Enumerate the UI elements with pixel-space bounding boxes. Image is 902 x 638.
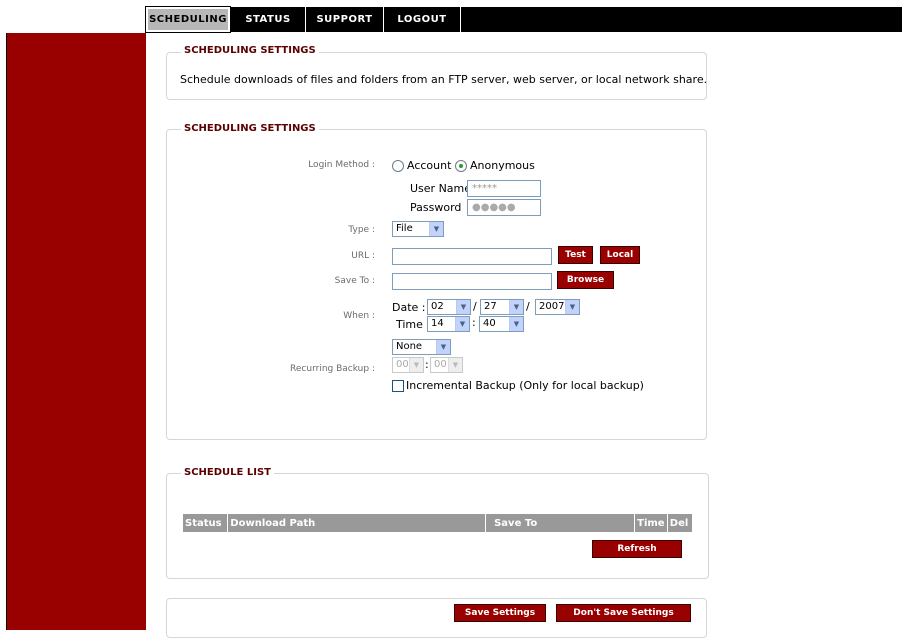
column-download-path: Download Path: [228, 514, 486, 532]
time-hour-value: 14: [431, 318, 444, 329]
incremental-backup-label: Incremental Backup (Only for local backu…: [406, 379, 644, 392]
date-year-value: 2007: [539, 301, 565, 312]
user-name-label: User Name: [410, 182, 472, 195]
column-status: Status: [183, 514, 228, 532]
chevron-down-icon: ▼: [565, 300, 579, 314]
recurring-select[interactable]: None ▼: [392, 339, 451, 355]
schedule-table-header: Status Download Path Save To Time Del: [183, 514, 692, 532]
tab-scheduling[interactable]: SCHEDULING: [145, 6, 231, 33]
date-month-select[interactable]: 02 ▼: [427, 299, 471, 315]
tab-support[interactable]: SUPPORT: [306, 7, 383, 32]
recurring-hour-select: 00 ▼: [392, 357, 424, 373]
chevron-down-icon: ▼: [436, 340, 450, 354]
url-field[interactable]: [392, 248, 552, 265]
browse-button[interactable]: Browse: [557, 271, 614, 289]
anonymous-radio-label: Anonymous: [470, 159, 535, 172]
chevron-down-icon: ▼: [509, 317, 523, 331]
incremental-backup-checkbox[interactable]: [392, 380, 404, 392]
intro-panel-legend: SCHEDULING SETTINGS: [181, 45, 319, 56]
password-label: Password: [410, 201, 462, 214]
password-field[interactable]: ●●●●●: [467, 199, 541, 216]
url-label: URL :: [351, 251, 375, 261]
date-year-select[interactable]: 2007 ▼: [535, 299, 580, 315]
tab-status[interactable]: STATUS: [231, 7, 305, 32]
test-button[interactable]: Test: [558, 246, 593, 264]
column-save-to: Save To: [486, 514, 635, 532]
date-label: Date :: [392, 301, 426, 314]
anonymous-radio[interactable]: [455, 160, 467, 172]
chevron-down-icon: ▼: [429, 222, 443, 236]
recurring-separator: :: [425, 358, 429, 371]
chevron-down-icon: ▼: [456, 300, 470, 314]
save-settings-button[interactable]: Save Settings: [454, 604, 546, 622]
account-radio-label: Account: [407, 159, 452, 172]
time-separator: :: [472, 316, 476, 329]
chevron-down-icon: ▼: [455, 317, 469, 331]
chevron-down-icon: ▼: [409, 358, 423, 372]
sidebar: [7, 33, 146, 630]
time-minute-select[interactable]: 40 ▼: [479, 316, 524, 332]
chevron-down-icon: ▼: [448, 358, 462, 372]
when-label: When :: [343, 311, 375, 321]
schedule-list-legend: SCHEDULE LIST: [181, 467, 274, 478]
refresh-button[interactable]: Refresh: [592, 540, 682, 558]
type-select[interactable]: File ▼: [392, 221, 444, 237]
time-minute-value: 40: [483, 318, 496, 329]
date-separator: /: [473, 300, 477, 313]
date-month-value: 02: [431, 301, 444, 312]
schedule-table: Status Download Path Save To Time Del: [182, 513, 693, 533]
account-radio[interactable]: [392, 160, 404, 172]
dont-save-settings-button[interactable]: Don't Save Settings: [556, 604, 691, 622]
recurring-minute-value: 00: [434, 359, 447, 370]
recurring-backup-label: Recurring Backup :: [290, 364, 375, 374]
time-label: Time :: [396, 318, 431, 331]
type-label: Type :: [348, 225, 375, 235]
recurring-select-value: None: [396, 341, 423, 352]
intro-description: Schedule downloads of files and folders …: [180, 73, 708, 86]
recurring-hour-value: 00: [396, 359, 409, 370]
column-del: Del: [667, 514, 692, 532]
nav-divider: [460, 7, 461, 32]
local-button[interactable]: Local: [600, 246, 640, 264]
time-hour-select[interactable]: 14 ▼: [427, 316, 470, 332]
settings-panel-legend: SCHEDULING SETTINGS: [181, 123, 319, 134]
save-to-label: Save To :: [334, 276, 375, 286]
column-time: Time: [635, 514, 667, 532]
recurring-minute-select: 00 ▼: [430, 357, 463, 373]
type-select-value: File: [396, 223, 413, 234]
login-method-label: Login Method :: [308, 160, 375, 170]
save-to-field[interactable]: [392, 273, 552, 290]
user-name-field[interactable]: *****: [467, 180, 541, 197]
date-day-value: 27: [484, 301, 497, 312]
date-separator: /: [526, 300, 530, 313]
tab-logout[interactable]: LOGOUT: [384, 7, 460, 32]
date-day-select[interactable]: 27 ▼: [480, 299, 524, 315]
chevron-down-icon: ▼: [509, 300, 523, 314]
